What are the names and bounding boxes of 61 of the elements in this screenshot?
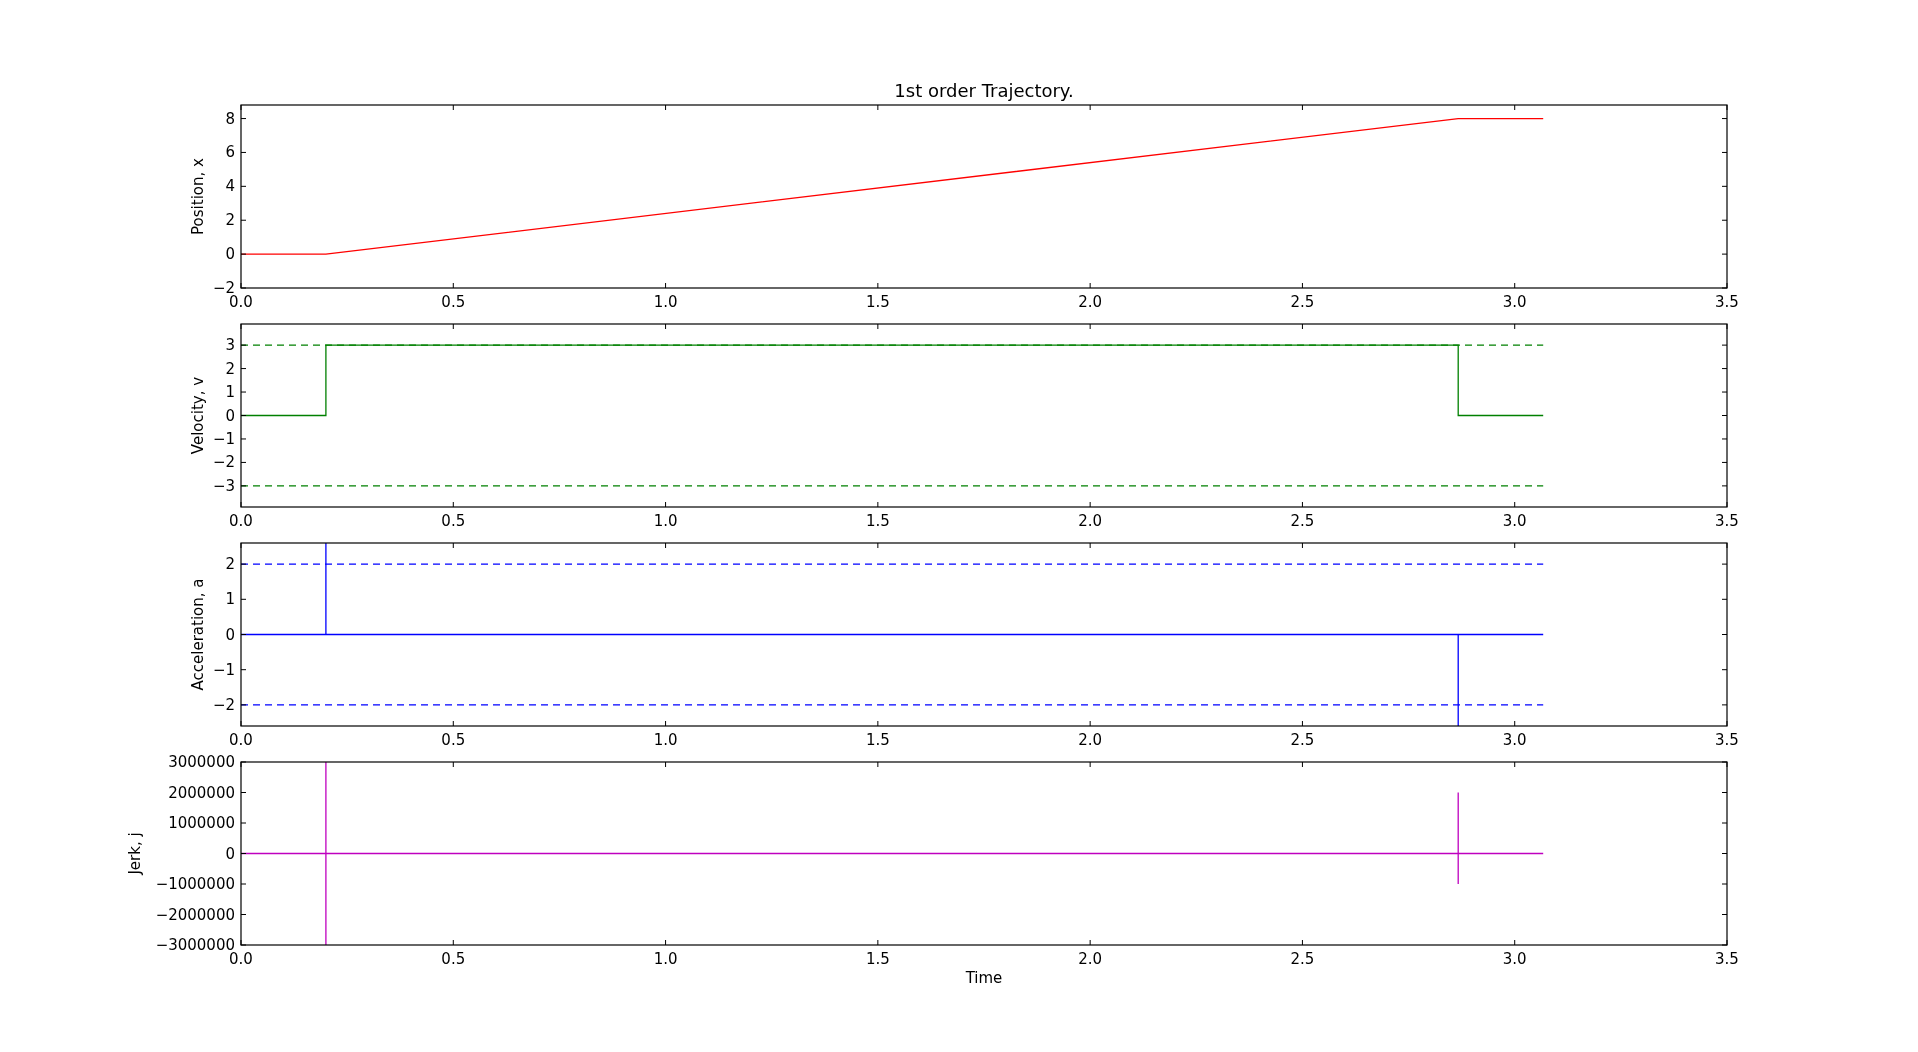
tick-label: 3.0 — [1502, 731, 1527, 749]
tick-label: 2.5 — [1290, 293, 1315, 311]
tick-label: 2.0 — [1078, 950, 1103, 968]
tick-label: 1.5 — [865, 950, 890, 968]
tick-label: −1 — [212, 429, 235, 448]
tick-label: 2 — [225, 211, 235, 230]
tick-label: 0.0 — [229, 293, 253, 311]
tick-label: 3.5 — [1715, 512, 1739, 530]
chart-title: 1st order Trajectory. — [894, 80, 1074, 101]
tick-label: 2.0 — [1078, 293, 1103, 311]
axis-label: Velocity, v — [189, 376, 207, 455]
tick-label: 3.0 — [1502, 950, 1527, 968]
tick-label: 1.5 — [865, 731, 890, 749]
tick-label: 3 — [225, 336, 235, 355]
tick-label: 3.5 — [1715, 293, 1739, 311]
tick-label: −1 — [212, 660, 235, 679]
tick-label: 0.0 — [229, 512, 253, 530]
tick-label: 1.5 — [865, 512, 890, 530]
tick-label: 2.5 — [1290, 512, 1315, 530]
tick-label: 0.5 — [441, 950, 466, 968]
tick-label: −2000000 — [155, 905, 235, 924]
tick-label: 2000000 — [168, 783, 235, 802]
tick-label: −1000000 — [155, 875, 235, 893]
tick-label: 0.5 — [441, 512, 466, 530]
tick-label: 0.5 — [441, 293, 466, 311]
tick-label: 1 — [225, 590, 235, 609]
tick-label: 1.0 — [653, 950, 678, 968]
tick-label: 0 — [225, 844, 235, 863]
tick-label: 3.5 — [1715, 731, 1739, 749]
tick-label: 4 — [225, 177, 235, 196]
tick-label: 2.5 — [1290, 950, 1315, 968]
tick-label: 8 — [225, 109, 235, 128]
tick-label: 3000000 — [168, 753, 235, 771]
tick-label: 6 — [225, 143, 235, 162]
tick-label: 3.5 — [1715, 950, 1739, 968]
tick-label: −3 — [212, 476, 235, 495]
tick-label: 3.0 — [1502, 512, 1527, 530]
tick-label: 2.5 — [1290, 731, 1315, 749]
tick-label: 1.0 — [653, 293, 678, 311]
axis-label: Position, x — [189, 158, 207, 235]
tick-label: 0.5 — [441, 731, 466, 749]
tick-label: 0 — [225, 625, 235, 644]
tick-label: 0 — [225, 245, 235, 264]
tick-label: 1000000 — [168, 814, 235, 832]
tick-label: 1 — [225, 383, 235, 402]
tick-label: 0.0 — [229, 731, 253, 749]
tick-label: −2 — [212, 453, 235, 472]
tick-label: −2 — [212, 695, 235, 714]
tick-label: 0.0 — [229, 950, 253, 968]
tick-label: 3.0 — [1502, 293, 1527, 311]
tick-label: 1.5 — [865, 293, 890, 311]
tick-label: 1.0 — [653, 731, 678, 749]
tick-label: 2.0 — [1078, 512, 1103, 530]
axis-label: Jerk, j — [126, 832, 144, 875]
tick-label: 2.0 — [1078, 731, 1103, 749]
tick-label: 0 — [225, 406, 235, 425]
axis-label: Acceleration, a — [189, 578, 207, 691]
axis-label: Time — [965, 969, 1003, 987]
tick-label: 2 — [225, 359, 235, 378]
tick-label: 1.0 — [653, 512, 678, 530]
tick-label: 2 — [225, 555, 235, 574]
